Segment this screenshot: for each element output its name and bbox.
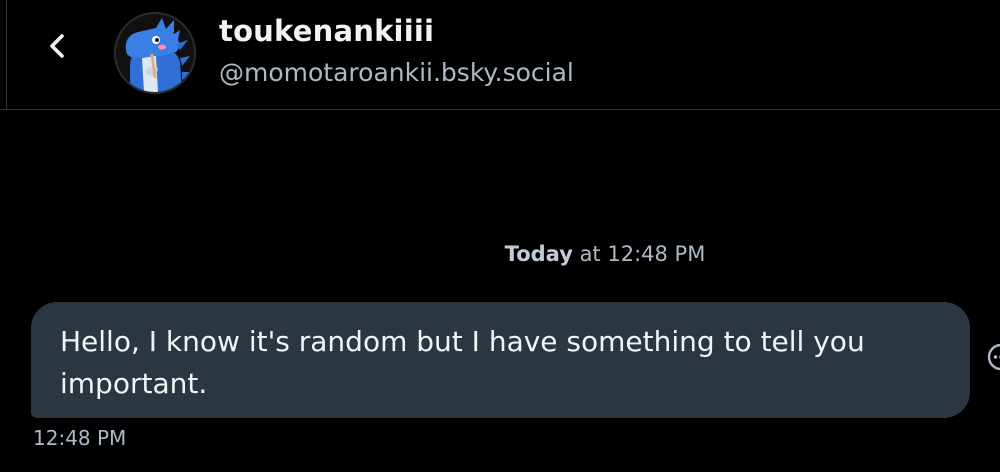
chevron-left-icon [45, 31, 71, 65]
avatar[interactable] [114, 12, 196, 94]
message-options-button[interactable] [986, 342, 1000, 372]
conversation-header: toukenankiiii @momotaroankii.bsky.social [0, 0, 1000, 110]
more-options-icon [986, 343, 1000, 376]
message-text: Hello, I know it's random but I have som… [60, 325, 865, 400]
chat-screen: toukenankiiii @momotaroankii.bsky.social… [0, 0, 1000, 472]
date-divider-day: Today [504, 242, 573, 266]
date-divider: Today at 12:48 PM [0, 242, 1000, 266]
message-timestamp: 12:48 PM [33, 426, 127, 450]
blue-dragon-icon [116, 14, 194, 92]
back-button[interactable] [36, 26, 80, 70]
date-divider-time: at 12:48 PM [572, 242, 706, 266]
message-bubble[interactable]: Hello, I know it's random but I have som… [31, 302, 970, 418]
display-name[interactable]: toukenankiiii [219, 14, 434, 48]
user-handle[interactable]: @momotaroankii.bsky.social [219, 58, 574, 87]
